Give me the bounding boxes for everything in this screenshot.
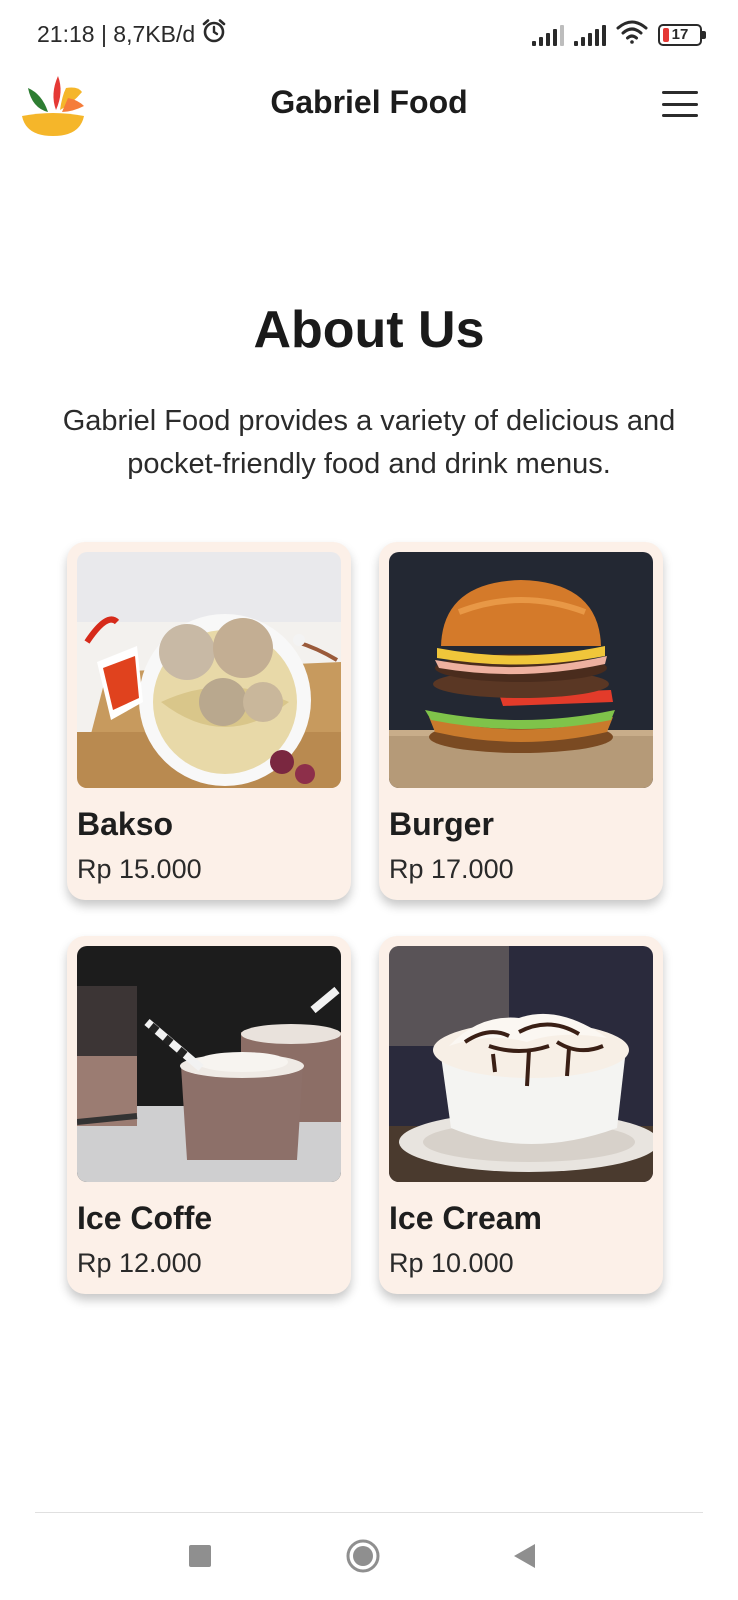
burger-image — [389, 552, 653, 788]
app-header: Gabriel Food — [0, 64, 738, 144]
card-name: Bakso — [77, 806, 174, 842]
status-time-speed: 21:18 | 8,7KB/d — [37, 20, 196, 47]
wifi-icon — [616, 20, 648, 49]
bakso-image — [77, 552, 341, 788]
battery-level: 17 — [671, 26, 689, 43]
about-title: About Us — [253, 301, 485, 359]
about-description: Gabriel Food provides a variety of delic… — [62, 405, 676, 480]
home-button[interactable] — [333, 1536, 393, 1580]
recent-apps-button[interactable] — [170, 1536, 230, 1580]
card-name: Ice Coffe — [77, 1200, 213, 1236]
alarm-icon — [201, 18, 227, 50]
card-name: Burger — [389, 806, 494, 842]
brand-title: Gabriel Food — [270, 84, 468, 120]
ice-cream-image — [389, 946, 653, 1182]
signal-icon — [532, 24, 564, 46]
card-price: Rp 12.000 — [77, 1248, 202, 1278]
battery-icon: 17 — [658, 23, 706, 46]
back-triangle-icon — [511, 1542, 537, 1575]
ice-coffe-image — [77, 946, 341, 1182]
square-icon — [188, 1544, 212, 1573]
card-name: Ice Cream — [389, 1200, 542, 1236]
menu-card-ice-cream[interactable]: Ice Cream Rp 10.000 — [379, 936, 663, 1294]
status-left: 21:18 | 8,7KB/d — [37, 18, 227, 50]
hamburger-menu-icon[interactable] — [662, 91, 698, 117]
menu-card-bakso[interactable]: Bakso Rp 15.000 — [67, 542, 351, 900]
card-price: Rp 10.000 — [389, 1248, 514, 1278]
back-button[interactable] — [494, 1536, 554, 1580]
circle-icon — [345, 1538, 381, 1579]
signal-icon-2 — [574, 24, 606, 46]
menu-card-ice-coffe[interactable]: Ice Coffe Rp 12.000 — [67, 936, 351, 1294]
menu-card-burger[interactable]: Burger Rp 17.000 — [379, 542, 663, 900]
nav-divider — [35, 1512, 703, 1513]
app-screen: 21:18 | 8,7KB/d 17 Gabriel Food About Us… — [0, 0, 738, 1600]
card-price: Rp 17.000 — [389, 854, 514, 884]
card-price: Rp 15.000 — [77, 854, 202, 884]
status-right: 17 — [532, 20, 706, 49]
status-bar: 21:18 | 8,7KB/d 17 — [0, 0, 738, 62]
